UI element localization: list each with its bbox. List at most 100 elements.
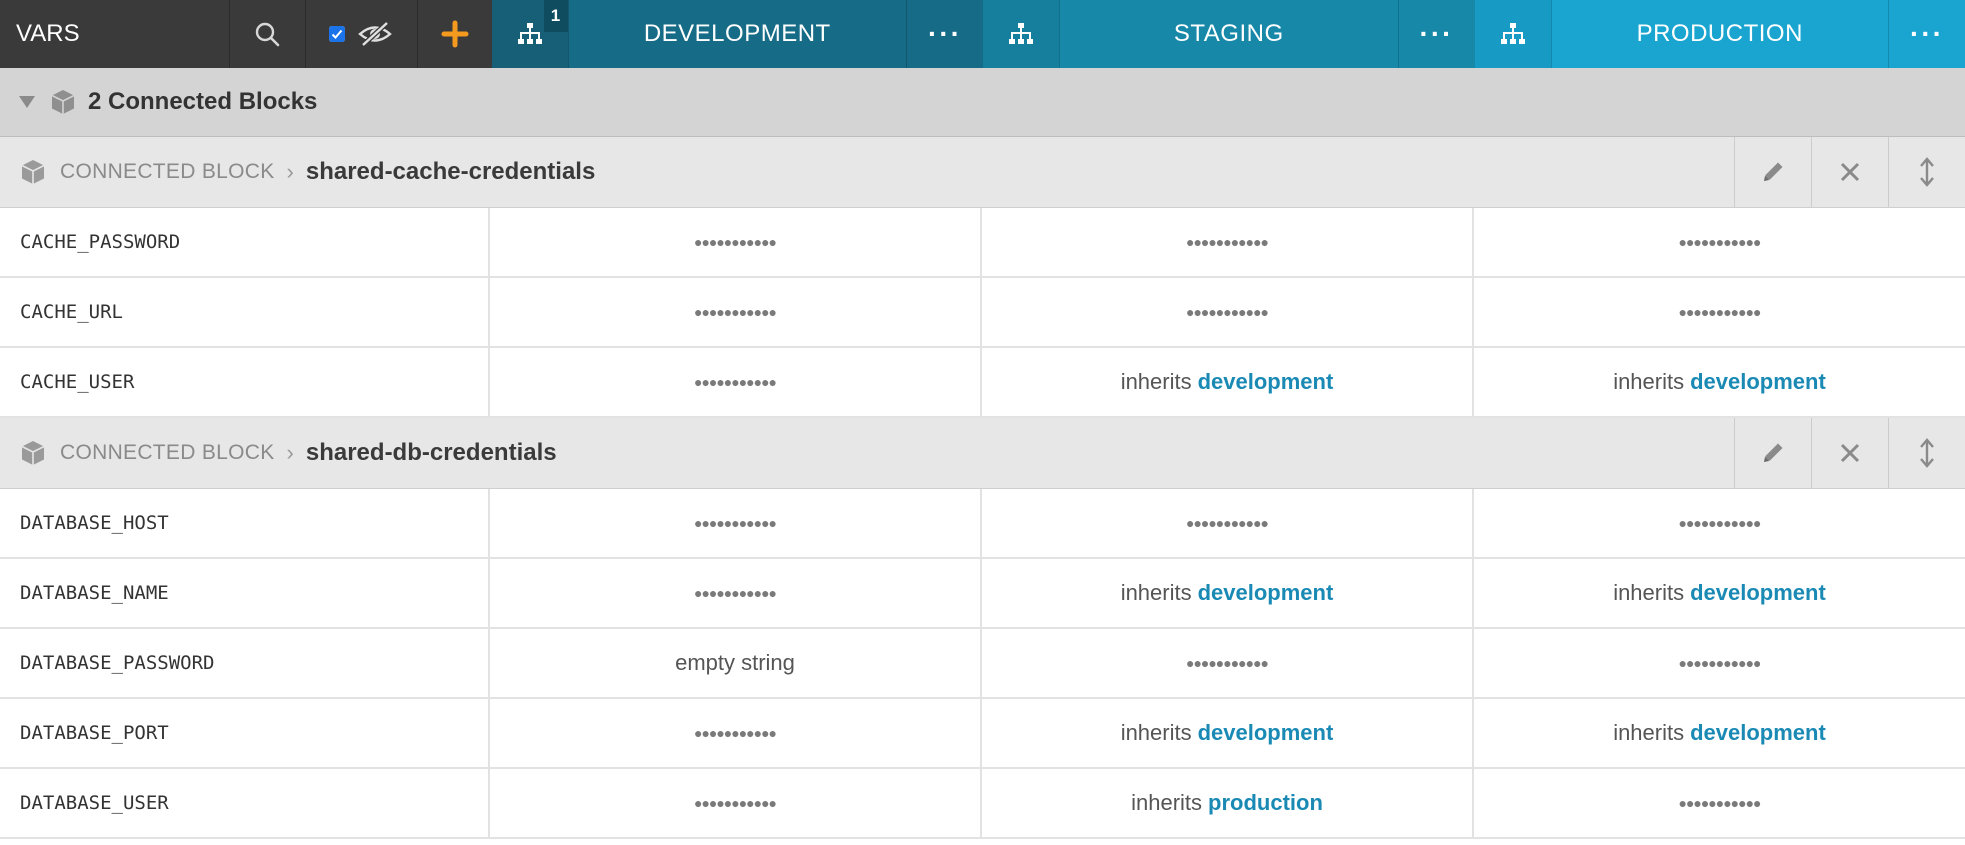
edit-block-button[interactable] bbox=[1734, 137, 1811, 207]
variable-key[interactable]: DATABASE_NAME bbox=[0, 559, 490, 627]
masked-value: ●●●●●●●●●●● bbox=[693, 585, 777, 601]
masked-value: ●●●●●●●●●●● bbox=[693, 374, 777, 390]
variable-key[interactable]: DATABASE_HOST bbox=[0, 489, 490, 557]
masked-value: ●●●●●●●●●●● bbox=[693, 725, 777, 741]
inherits-label: inherits bbox=[1613, 580, 1685, 605]
variable-value-cell[interactable]: ●●●●●●●●●●● bbox=[1474, 629, 1965, 697]
caret-down-icon[interactable] bbox=[18, 95, 36, 109]
close-icon bbox=[1840, 162, 1860, 182]
env-branches-button[interactable]: 1 bbox=[491, 0, 568, 68]
sub-env-count-badge: 1 bbox=[543, 0, 568, 32]
masked-value: ●●●●●●●●●●● bbox=[1185, 655, 1269, 671]
cube-icon bbox=[21, 441, 45, 465]
checkmark-icon bbox=[329, 26, 346, 42]
env-menu-button[interactable]: ··· bbox=[1398, 0, 1475, 68]
variable-value-cell[interactable]: ●●●●●●●●●●● bbox=[490, 278, 982, 346]
block-name-link[interactable]: shared-db-credentials bbox=[306, 439, 557, 467]
variable-value-cell[interactable]: ●●●●●●●●●●● bbox=[490, 489, 982, 557]
variable-row: CACHE_PASSWORD ●●●●●●●●●●● ●●●●●●●●●●● ●●●●… bbox=[0, 208, 1965, 278]
env-branches-button[interactable] bbox=[1474, 0, 1551, 68]
variable-key[interactable]: DATABASE_USER bbox=[0, 769, 490, 837]
pencil-icon bbox=[1764, 162, 1783, 181]
variable-value-cell[interactable]: inherits development bbox=[1474, 699, 1965, 767]
inherits-label: inherits bbox=[1131, 790, 1203, 815]
reorder-block-handle[interactable] bbox=[1888, 418, 1965, 488]
variable-value-cell[interactable]: ●●●●●●●●●●● bbox=[490, 348, 982, 416]
variable-value-cell[interactable]: empty string bbox=[490, 629, 982, 697]
variable-value-cell[interactable]: ●●●●●●●●●●● bbox=[490, 699, 982, 767]
variable-value-cell[interactable]: ●●●●●●●●●●● bbox=[1474, 208, 1965, 276]
remove-block-button[interactable] bbox=[1811, 418, 1888, 488]
inherits-environment-link[interactable]: development bbox=[1690, 720, 1826, 746]
inherits-environment-link[interactable]: development bbox=[1690, 580, 1826, 606]
inherits-label: inherits bbox=[1613, 369, 1685, 394]
variable-row: DATABASE_PASSWORD empty string ●●●●●●●●●●●… bbox=[0, 629, 1965, 699]
variable-value-cell[interactable]: ●●●●●●●●●●● bbox=[1474, 769, 1965, 837]
masked-value: ●●●●●●●●●●● bbox=[693, 515, 777, 531]
inherits-environment-link[interactable]: development bbox=[1198, 720, 1334, 746]
group-title: 2 Connected Blocks bbox=[88, 88, 318, 115]
variable-value-cell[interactable]: ●●●●●●●●●●● bbox=[490, 208, 982, 276]
block-type-label: CONNECTED BLOCK bbox=[60, 160, 275, 183]
block-name-link[interactable]: shared-cache-credentials bbox=[306, 158, 595, 186]
connected-block-header: CONNECTED BLOCK › shared-cache-credentials bbox=[0, 137, 1965, 208]
masked-value: ●●●●●●●●●●● bbox=[693, 795, 777, 811]
block-actions bbox=[1734, 137, 1965, 207]
variable-value-cell[interactable]: ●●●●●●●●●●● bbox=[490, 559, 982, 627]
cube-icon bbox=[51, 90, 75, 114]
inherits-environment-link[interactable]: development bbox=[1198, 580, 1334, 606]
variable-row: DATABASE_NAME ●●●●●●●●●●● inherits developm… bbox=[0, 559, 1965, 629]
inherits-environment-link[interactable]: development bbox=[1198, 369, 1334, 395]
variable-key[interactable]: CACHE_USER bbox=[0, 348, 490, 416]
variable-value-cell[interactable]: inherits development bbox=[1474, 348, 1965, 416]
env-title-development[interactable]: DEVELOPMENT bbox=[567, 0, 908, 68]
masked-value: ●●●●●●●●●●● bbox=[1185, 515, 1269, 531]
remove-block-button[interactable] bbox=[1811, 137, 1888, 207]
env-menu-button[interactable]: ··· bbox=[1889, 0, 1965, 68]
variable-value-cell[interactable]: ●●●●●●●●●●● bbox=[982, 208, 1474, 276]
sitemap-icon bbox=[1009, 23, 1034, 44]
inherits-environment-link[interactable]: production bbox=[1208, 790, 1323, 816]
block-actions bbox=[1734, 418, 1965, 488]
breadcrumb-separator: › bbox=[286, 440, 294, 465]
variable-value-cell[interactable]: ●●●●●●●●●●● bbox=[1474, 489, 1965, 557]
inherits-environment-link[interactable]: development bbox=[1690, 369, 1826, 395]
variable-value-cell[interactable]: ●●●●●●●●●●● bbox=[982, 278, 1474, 346]
env-title-production[interactable]: PRODUCTION bbox=[1550, 0, 1890, 68]
add-variable-button[interactable] bbox=[418, 0, 492, 68]
masked-value: ●●●●●●●●●●● bbox=[1678, 655, 1761, 671]
variable-value-cell[interactable]: ●●●●●●●●●●● bbox=[982, 629, 1474, 697]
variable-value-cell[interactable]: inherits production bbox=[982, 769, 1474, 837]
sitemap-icon bbox=[1500, 23, 1525, 44]
masked-value: ●●●●●●●●●●● bbox=[1185, 304, 1269, 320]
eye-slash-icon[interactable] bbox=[357, 21, 393, 47]
cube-icon bbox=[21, 160, 45, 184]
variable-row: DATABASE_PORT ●●●●●●●●●●● inherits developm… bbox=[0, 699, 1965, 769]
variable-value-cell[interactable]: ●●●●●●●●●●● bbox=[490, 769, 982, 837]
inherits-label: inherits bbox=[1120, 720, 1192, 745]
variable-value-cell[interactable]: inherits development bbox=[982, 348, 1474, 416]
masked-value: ●●●●●●●●●●● bbox=[1678, 304, 1761, 320]
expand-vertical-icon bbox=[1920, 438, 1934, 468]
variable-key[interactable]: CACHE_URL bbox=[0, 278, 490, 346]
breadcrumb-separator: › bbox=[286, 159, 294, 184]
env-title-staging[interactable]: STAGING bbox=[1059, 0, 1399, 68]
masked-value: ●●●●●●●●●●● bbox=[1678, 795, 1761, 811]
search-button[interactable] bbox=[230, 0, 306, 68]
reorder-block-handle[interactable] bbox=[1888, 137, 1965, 207]
select-all-checkbox[interactable] bbox=[329, 26, 346, 42]
variable-value-cell[interactable]: inherits development bbox=[982, 699, 1474, 767]
variable-key[interactable]: DATABASE_PASSWORD bbox=[0, 629, 490, 697]
variable-key[interactable]: CACHE_PASSWORD bbox=[0, 208, 490, 276]
variable-value-cell[interactable]: ●●●●●●●●●●● bbox=[1474, 278, 1965, 346]
edit-block-button[interactable] bbox=[1734, 418, 1811, 488]
connected-blocks-group-header[interactable]: 2 Connected Blocks bbox=[0, 68, 1965, 137]
variable-row: CACHE_URL ●●●●●●●●●●● ●●●●●●●●●●● ●●●●●●●●●… bbox=[0, 278, 1965, 348]
variable-value-cell[interactable]: ●●●●●●●●●●● bbox=[982, 489, 1474, 557]
sitemap-icon bbox=[517, 23, 542, 44]
variable-value-cell[interactable]: inherits development bbox=[982, 559, 1474, 627]
env-menu-button[interactable]: ··· bbox=[907, 0, 984, 68]
variable-key[interactable]: DATABASE_PORT bbox=[0, 699, 490, 767]
env-branches-button[interactable] bbox=[983, 0, 1060, 68]
variable-value-cell[interactable]: inherits development bbox=[1474, 559, 1965, 627]
